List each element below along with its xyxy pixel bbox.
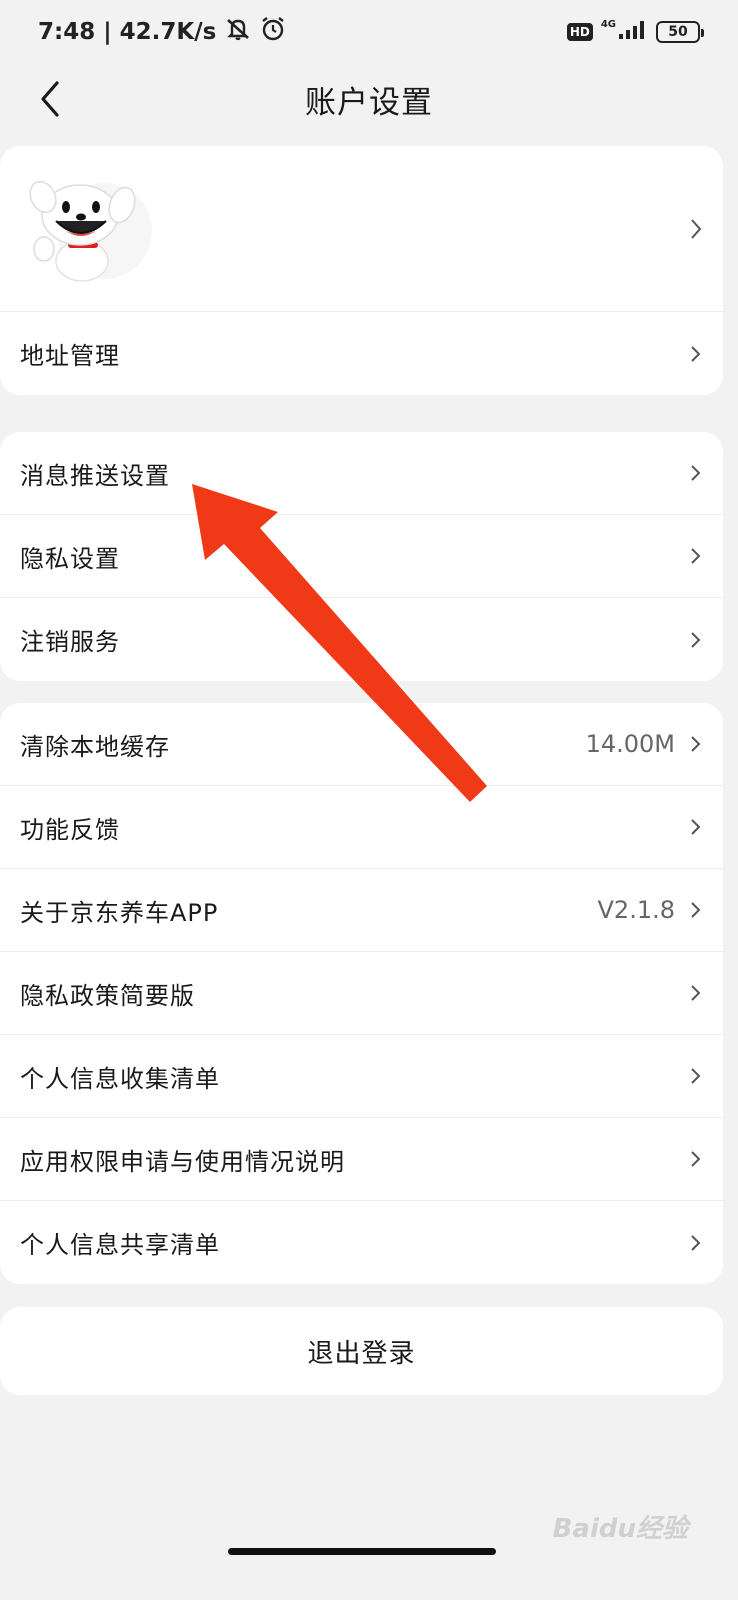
mute-icon	[224, 16, 252, 48]
status-bar: 7:48 | 42.7K/s HD 4G 50	[0, 0, 738, 64]
profile-card: 地址管理	[0, 146, 723, 395]
chevron-right-icon	[689, 1148, 703, 1170]
chevron-left-icon	[41, 81, 59, 117]
account-cancellation-row[interactable]: 注销服务	[0, 598, 723, 681]
row-label: 个人信息收集清单	[20, 1064, 220, 1093]
privacy-policy-summary-row[interactable]: 隐私政策简要版	[0, 952, 723, 1035]
header-bar: 账户设置	[0, 64, 738, 134]
privacy-settings-row[interactable]: 隐私设置	[0, 515, 723, 598]
message-push-settings-row[interactable]: 消息推送设置	[0, 432, 723, 515]
feedback-row[interactable]: 功能反馈	[0, 786, 723, 869]
avatar	[18, 175, 154, 283]
row-label: 应用权限申请与使用情况说明	[20, 1147, 345, 1176]
page-title: 账户设置	[305, 84, 433, 121]
row-label: 消息推送设置	[20, 461, 170, 490]
chevron-right-icon	[689, 462, 703, 484]
row-label: 清除本地缓存	[20, 732, 170, 761]
address-management-row[interactable]: 地址管理	[0, 312, 723, 395]
hd-badge: HD	[566, 23, 593, 41]
app-permissions-row[interactable]: 应用权限申请与使用情况说明	[0, 1118, 723, 1201]
cache-size-value: 14.00M	[585, 730, 675, 758]
network-type: 4G	[600, 18, 616, 30]
about-app-row[interactable]: 关于京东养车APP V2.1.8	[0, 869, 723, 952]
logout-label: 退出登录	[307, 1338, 416, 1369]
settings-card-2: 消息推送设置 隐私设置 注销服务	[0, 432, 723, 681]
chevron-right-icon	[689, 545, 703, 567]
row-label: 关于京东养车APP	[20, 898, 219, 927]
chevron-right-icon	[689, 982, 703, 1004]
chevron-right-icon	[689, 343, 703, 365]
alarm-icon	[260, 16, 286, 48]
row-label: 隐私设置	[20, 544, 120, 573]
back-button[interactable]	[30, 76, 70, 122]
row-label: 注销服务	[20, 628, 120, 656]
chevron-right-icon	[689, 218, 703, 240]
home-indicator[interactable]	[228, 1548, 496, 1555]
row-label: 个人信息共享清单	[20, 1231, 220, 1259]
personal-info-collection-row[interactable]: 个人信息收集清单	[0, 1035, 723, 1118]
chevron-right-icon	[689, 1065, 703, 1087]
signal-icon	[618, 18, 648, 46]
personal-info-sharing-row[interactable]: 个人信息共享清单	[0, 1201, 723, 1284]
row-label: 地址管理	[20, 342, 120, 370]
chevron-right-icon	[689, 733, 703, 755]
settings-card-3: 清除本地缓存 14.00M 功能反馈 关于京东养车APP V2.1.8 隐私政策…	[0, 703, 723, 1284]
row-label: 功能反馈	[20, 815, 120, 844]
clear-cache-row[interactable]: 清除本地缓存 14.00M	[0, 703, 723, 786]
app-version-value: V2.1.8	[597, 896, 675, 924]
baidu-watermark: Baidu经验	[552, 1514, 688, 1544]
chevron-right-icon	[689, 899, 703, 921]
row-label: 隐私政策简要版	[20, 981, 195, 1010]
chevron-right-icon	[689, 1232, 703, 1254]
chevron-right-icon	[689, 629, 703, 651]
status-time-speed: 7:48 | 42.7K/s	[38, 19, 217, 45]
battery-icon: 50	[656, 21, 704, 43]
profile-row[interactable]	[0, 146, 723, 312]
logout-button[interactable]: 退出登录	[0, 1307, 723, 1395]
chevron-right-icon	[689, 816, 703, 838]
